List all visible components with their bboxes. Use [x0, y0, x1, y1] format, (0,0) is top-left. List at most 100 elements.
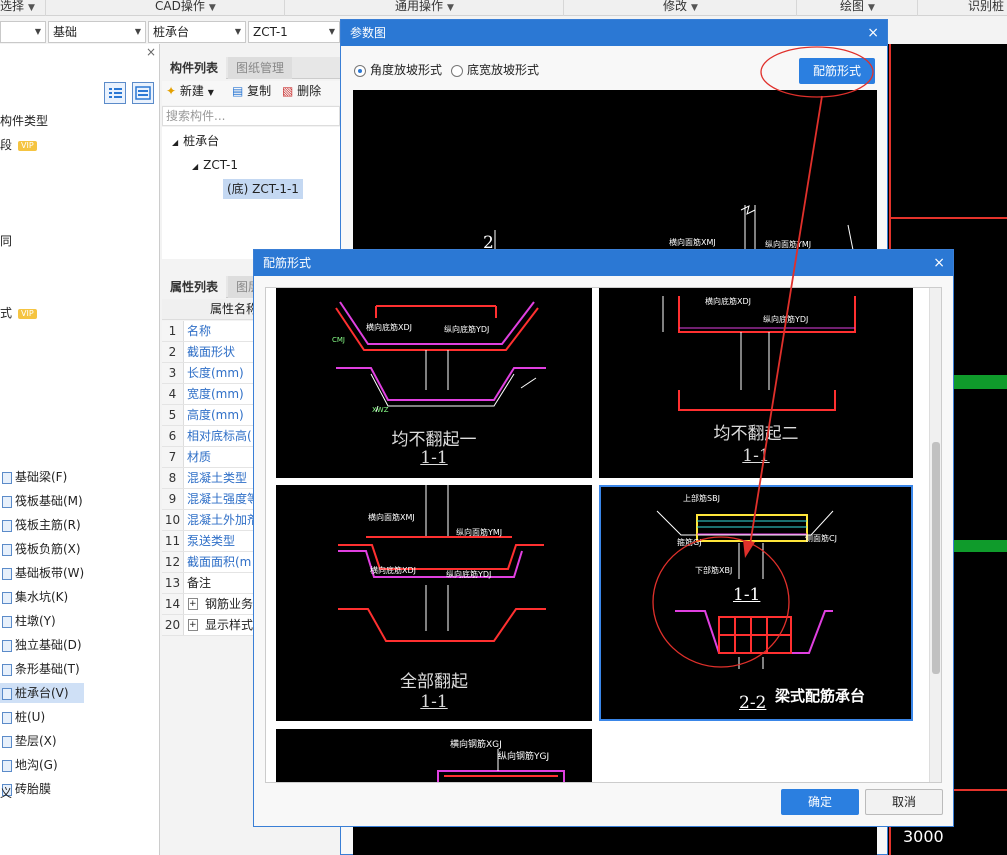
option-3-caption: 全部翻起	[400, 672, 468, 692]
floor-combo[interactable]: ▼	[0, 21, 46, 43]
ribbon-general-group[interactable]: 通用操作 ▼	[286, 0, 564, 16]
tree-item-component[interactable]: 基础梁(F)	[0, 467, 67, 487]
label-cmj: CMJ	[332, 336, 345, 344]
rebar-form-dialog: 配筋形式 × 横向底筋XDJ 纵向底筋YDJ CMJ XWZ 均不翻起一 1-1	[253, 249, 954, 827]
vertical-scrollbar[interactable]	[929, 288, 941, 782]
chevron-down-icon: ▼	[234, 27, 241, 36]
ribbon-recognize-label: 识别桩	[968, 0, 1005, 13]
component-search-input[interactable]: 搜索构件...	[162, 106, 340, 126]
property-row-label: 混凝土强度等	[187, 492, 260, 506]
component-combo[interactable]: ZCT-1 ▼	[248, 21, 340, 43]
property-header-label: 属性名称	[210, 302, 259, 316]
tree-item-component-type[interactable]: 构件类型	[0, 111, 48, 131]
property-row-label: 显示样式	[205, 618, 254, 632]
chevron-down-icon: ▼	[34, 27, 41, 36]
label-v-bottom-3: 纵向底筋YDJ	[446, 570, 492, 579]
rebar-option-1[interactable]: 横向底筋XDJ 纵向底筋YDJ CMJ XWZ 均不翻起一 1-1	[276, 288, 592, 478]
ribbon-cad-group[interactable]: CAD操作 ▼	[147, 0, 285, 16]
ribbon-draw-group[interactable]: 绘图 ▼	[798, 0, 918, 16]
new-button[interactable]: ✦ 新建 ▼	[166, 81, 214, 101]
tree-node-pile-cap[interactable]: ◢ 桩承台	[172, 131, 219, 151]
tree-item-label: 基础梁(F)	[15, 470, 68, 484]
label-h-top-3: 横向面筋XMJ	[368, 513, 415, 522]
property-row-label: 宽度(mm)	[187, 387, 244, 401]
ok-button[interactable]: 确定	[781, 789, 859, 815]
tree-item-component[interactable]: 基础板带(W)	[0, 563, 84, 583]
vip-badge: VIP	[18, 308, 37, 319]
radio-angle-label: 角度放坡形式	[370, 63, 443, 77]
tree-item-segment[interactable]: 段 VIP	[0, 135, 37, 155]
property-row-number: 13	[162, 573, 184, 593]
tree-item-component[interactable]: 桩(U)	[0, 707, 45, 727]
expand-icon[interactable]: +	[188, 619, 198, 631]
tree-item-style-label: 式	[0, 306, 13, 320]
component-toolbar: ✦ 新建 ▼ ▤ 复制 ▧ 删除	[162, 81, 340, 105]
ribbon-modify-group[interactable]: 修改 ▼	[565, 0, 797, 16]
tree-item-component[interactable]: 条形基础(T)	[0, 659, 80, 679]
rebar-options-list: 横向底筋XDJ 纵向底筋YDJ CMJ XWZ 均不翻起一 1-1 横向底筋XD…	[265, 287, 942, 783]
label-v-bottom: 纵向底筋YDJ	[444, 325, 490, 334]
component-list-tabs: 构件列表 图纸管理	[162, 57, 340, 79]
scrollbar-thumb[interactable]	[932, 442, 940, 674]
component-icon	[2, 567, 12, 580]
radio-width[interactable]: 底宽放坡形式	[451, 62, 539, 78]
component-icon	[2, 663, 12, 676]
tree-item-component[interactable]: 地沟(G)	[0, 755, 58, 775]
tree-item-component[interactable]: 独立基础(D)	[0, 635, 82, 655]
label-h-bottom-2: 横向底筋XDJ	[705, 297, 751, 306]
rebar-form-title: 配筋形式	[263, 256, 312, 270]
tree-item-bottom[interactable]: 义	[0, 783, 12, 803]
property-row-label: 泵送类型	[187, 534, 236, 548]
delete-button[interactable]: ▧ 删除	[282, 81, 321, 101]
type-combo[interactable]: 桩承台 ▼	[148, 21, 246, 43]
tab-property-list[interactable]: 属性列表	[162, 276, 227, 298]
ribbon-select-group[interactable]: 选择 ▼	[0, 0, 46, 16]
ribbon-bar: 选择 ▼ CAD操作 ▼ 通用操作 ▼ 修改 ▼ 绘图 ▼ 识别桩	[0, 0, 1007, 16]
tree-item-component[interactable]: 柱墩(Y)	[0, 611, 56, 631]
tree-item-label: 垫层(X)	[15, 734, 57, 748]
radio-angle[interactable]: 角度放坡形式	[354, 62, 442, 78]
option-2-caption: 均不翻起二	[713, 424, 799, 444]
tree-node-zct1[interactable]: ◢ ZCT-1	[192, 155, 238, 175]
list-view-icon[interactable]	[104, 82, 126, 104]
tree-item-label: 筏板基础(M)	[15, 494, 83, 508]
property-row-number: 2	[162, 342, 184, 362]
tree-item-component[interactable]: 桩承台(V)	[0, 683, 84, 703]
tree-item-component[interactable]: 筏板负筋(X)	[0, 539, 81, 559]
component-icon	[2, 471, 12, 484]
label-v-steel: 纵向钢筋YGJ	[498, 752, 550, 762]
copy-button[interactable]: ▤ 复制	[232, 81, 271, 101]
rebar-option-2[interactable]: 横向底筋XDJ 纵向底筋YDJ 均不翻起二 1-1	[599, 288, 913, 478]
rebar-option-5[interactable]: 横向钢筋XGJ 纵向钢筋YGJ	[276, 729, 592, 782]
property-row-label: 截面面积(m	[187, 555, 252, 569]
tree-item-component[interactable]: 垫层(X)	[0, 731, 57, 751]
property-row-label: 高度(mm)	[187, 408, 244, 422]
tree-item-label: 筏板主筋(R)	[15, 518, 81, 532]
chevron-down-icon: ▼	[447, 3, 454, 13]
ribbon-recognize-group[interactable]: 识别桩	[968, 0, 1007, 16]
detail-view-icon[interactable]	[132, 82, 154, 104]
tab-drawing-manager[interactable]: 图纸管理	[228, 57, 293, 79]
tree-item-same[interactable]: 同	[0, 231, 12, 251]
tree-item-label: 独立基础(D)	[15, 638, 82, 652]
tab-component-list[interactable]: 构件列表	[162, 57, 227, 79]
tree-item-component[interactable]: 集水坑(K)	[0, 587, 68, 607]
rebar-form-titlebar: 配筋形式 ×	[254, 250, 953, 276]
tree-item-component[interactable]: 筏板主筋(R)	[0, 515, 81, 535]
property-row-number: 1	[162, 321, 184, 341]
category-combo[interactable]: 基础 ▼	[48, 21, 146, 43]
property-row-label: 混凝土外加剂	[187, 513, 260, 527]
cancel-button[interactable]: 取消	[865, 789, 943, 815]
expand-icon[interactable]: +	[188, 598, 198, 610]
rebar-option-3[interactable]: 横向面筋XMJ 纵向面筋YMJ 横向底筋XDJ 纵向底筋YDJ 全部翻起 1-1	[276, 485, 592, 721]
property-row-label: 混凝土类型	[187, 471, 248, 485]
property-row-number: 8	[162, 468, 184, 488]
category-combo-value: 基础	[53, 25, 78, 39]
close-icon[interactable]: ×	[146, 45, 156, 59]
tree-item-label: 基础板带(W)	[15, 566, 85, 580]
tree-node-zct1-1[interactable]: (底) ZCT-1-1	[223, 179, 303, 199]
tree-item-component[interactable]: 筏板基础(M)	[0, 491, 83, 511]
tree-item-style[interactable]: 式 VIP	[0, 303, 37, 323]
close-icon[interactable]: ×	[933, 250, 945, 276]
property-row-number: 9	[162, 489, 184, 509]
